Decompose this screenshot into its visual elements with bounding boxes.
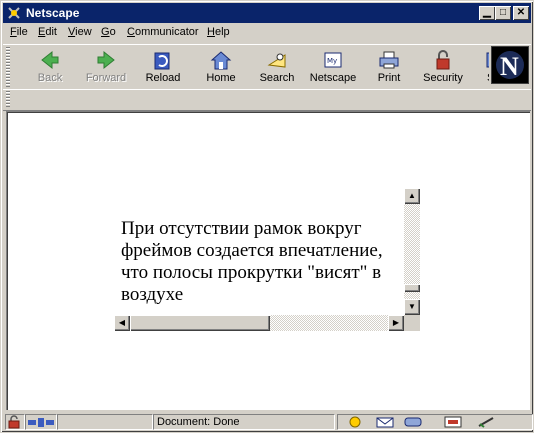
lock-panel[interactable] <box>5 414 25 430</box>
scroll-up-button[interactable]: ▲ <box>404 188 420 204</box>
progress-panel <box>57 414 153 430</box>
netscape-logo[interactable]: N <box>491 46 529 84</box>
vertical-scrollbar[interactable]: ▲ ▼ <box>404 188 420 316</box>
reload-label: Reload <box>145 72 181 84</box>
maximize-icon: □ <box>499 7 507 18</box>
app-icon <box>6 5 22 21</box>
shop-icon <box>486 52 489 68</box>
security-icon <box>436 50 450 70</box>
menu-file-key: F <box>10 26 17 38</box>
menu-communicator-key: C <box>127 26 135 38</box>
search-label: Search <box>259 72 295 84</box>
forward-icon <box>97 50 115 70</box>
status-text: Document: Done <box>157 416 240 428</box>
composer-icon[interactable] <box>442 416 464 428</box>
svg-text:My: My <box>327 57 337 65</box>
search-icon <box>267 53 286 68</box>
navigation-toolbar: Back Forward Reload Home Search My Netsc… <box>3 44 531 90</box>
menu-communicator-label: ommunicator <box>134 26 199 38</box>
scroll-right-button[interactable]: ▶ <box>388 315 404 331</box>
shop-label: S <box>473 72 489 84</box>
netscape-button[interactable]: My Netscape <box>308 47 358 87</box>
window-title: Netscape <box>26 6 80 20</box>
browser-window: Netscape ▁ □ ✕ File Edit View Go Communi… <box>0 0 534 433</box>
component-bar <box>337 414 533 430</box>
back-button[interactable]: Back <box>25 47 75 87</box>
menu-view[interactable]: View <box>68 26 92 38</box>
toolbar-grip[interactable] <box>6 47 10 87</box>
reload-button[interactable]: Reload <box>138 47 188 87</box>
menu-edit-label: dit <box>45 26 57 38</box>
security-label: Security <box>423 72 463 84</box>
back-icon <box>41 50 59 70</box>
menu-go-key: G <box>101 26 110 38</box>
location-toolbar <box>3 89 531 111</box>
connection-panel[interactable] <box>25 414 57 430</box>
close-icon: ✕ <box>516 7 526 18</box>
home-label: Home <box>206 72 236 84</box>
home-button[interactable]: Home <box>196 47 246 87</box>
back-label: Back <box>37 72 63 84</box>
edit-icon[interactable] <box>476 416 498 428</box>
vertical-track[interactable] <box>404 204 420 268</box>
menu-communicator[interactable]: Communicator <box>127 26 199 38</box>
search-button[interactable]: Search <box>252 47 302 87</box>
menu-file[interactable]: File <box>10 26 28 38</box>
scroll-down-button[interactable]: ▼ <box>404 299 420 315</box>
forward-label: Forward <box>85 72 127 84</box>
security-button[interactable]: Security <box>418 47 468 87</box>
menu-view-label: iew <box>75 26 92 38</box>
down-arrow-icon: ▼ <box>408 302 416 311</box>
frame-text: При отсутствии рамок вокруг фреймов созд… <box>121 218 383 305</box>
location-grip[interactable] <box>6 91 10 107</box>
shop-button[interactable]: S <box>473 47 489 87</box>
lock-icon <box>8 415 20 429</box>
discussion-icon[interactable] <box>402 416 424 428</box>
status-bar: Document: Done <box>3 412 533 432</box>
connection-icon <box>28 418 54 427</box>
menu-go[interactable]: Go <box>101 26 116 38</box>
menu-bar: File Edit View Go Communicator Help <box>3 23 531 43</box>
title-bar[interactable]: Netscape ▁ □ ✕ <box>3 3 531 23</box>
maximize-button[interactable]: □ <box>495 6 511 20</box>
navigator-icon[interactable] <box>342 416 368 428</box>
menu-go-label: o <box>109 26 116 38</box>
minimize-icon: ▁ <box>483 7 491 18</box>
menu-help-key: H <box>207 26 215 38</box>
horizontal-thumb[interactable] <box>130 315 270 331</box>
menu-file-label: ile <box>16 26 28 38</box>
netscape-logo-icon: N <box>492 47 528 83</box>
minimize-button[interactable]: ▁ <box>479 6 495 20</box>
print-label: Print <box>377 72 401 84</box>
borderless-frame: При отсутствии рамок вокруг фреймов созд… <box>114 188 421 332</box>
svg-text:N: N <box>500 52 519 81</box>
home-icon <box>210 51 232 70</box>
print-icon <box>379 51 399 69</box>
mail-icon[interactable] <box>374 416 396 428</box>
netscape-label: Netscape <box>309 72 357 84</box>
left-arrow-icon: ◀ <box>118 318 126 327</box>
scroll-left-button[interactable]: ◀ <box>114 315 130 331</box>
reload-icon <box>154 52 170 70</box>
menu-help[interactable]: Help <box>207 26 230 38</box>
vertical-thumb[interactable] <box>404 284 420 292</box>
menu-edit[interactable]: Edit <box>38 26 57 38</box>
close-button[interactable]: ✕ <box>513 6 529 20</box>
netscape-icon: My <box>324 52 342 68</box>
forward-button[interactable]: Forward <box>81 47 131 87</box>
scrollbar-corner <box>404 315 420 331</box>
right-arrow-icon: ▶ <box>392 318 400 327</box>
horizontal-scrollbar[interactable]: ◀ ▶ <box>114 315 404 331</box>
menu-help-label: elp <box>214 26 230 38</box>
print-button[interactable]: Print <box>364 47 414 87</box>
up-arrow-icon: ▲ <box>408 191 416 200</box>
